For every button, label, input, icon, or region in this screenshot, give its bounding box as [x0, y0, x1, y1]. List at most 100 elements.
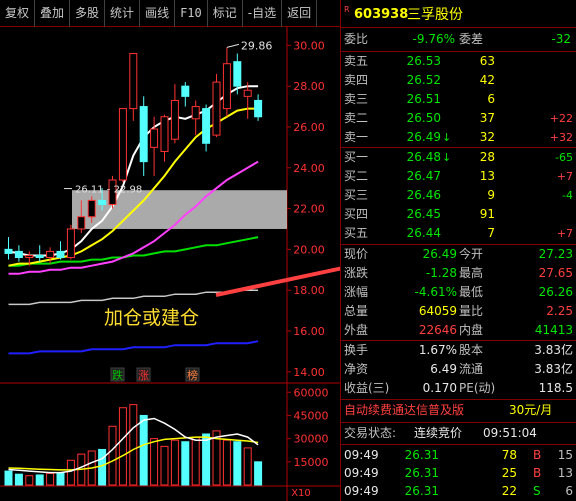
candle-body[interactable]	[77, 216, 86, 230]
candle-body[interactable]	[150, 128, 159, 148]
statistics-button[interactable]: 统计	[105, 0, 141, 27]
back-button[interactable]: 返回	[282, 0, 318, 27]
level-volume: 13	[479, 169, 495, 183]
volume-bar[interactable]	[233, 441, 242, 486]
divider	[341, 422, 576, 423]
fundamental-row: 净资 6.49 流通 3.83亿	[341, 360, 576, 379]
tick-row[interactable]: 09:49 26.31 22 S 6	[341, 482, 576, 500]
volume-bar[interactable]	[181, 441, 190, 486]
candle-body[interactable]	[243, 89, 252, 97]
volume-bar[interactable]	[129, 404, 138, 486]
ask-level-row[interactable]: 卖五 26.53 63	[341, 52, 576, 71]
volume-bar[interactable]	[160, 445, 169, 486]
candle-body[interactable]	[222, 63, 231, 110]
volume-bar[interactable]	[150, 438, 159, 486]
ad-banner[interactable]: 自动续费通达信普及版 30元/月	[341, 401, 576, 420]
volume-bar[interactable]	[191, 436, 200, 486]
bid-level-row[interactable]: 买二 26.47 13 +7	[341, 167, 576, 186]
candle-body[interactable]	[191, 106, 200, 120]
fundamental-value: 1.67%	[418, 343, 457, 357]
candle-body[interactable]	[46, 250, 55, 259]
quote-row: 总量 64059 量比 2.25	[341, 302, 576, 321]
quote-row: 涨跌 -1.28 最高 27.65	[341, 264, 576, 283]
quote-row: 外盘 22646 内盘 41413	[341, 321, 576, 340]
bid-level-row[interactable]: 买五 26.44 7 +7	[341, 224, 576, 243]
volume-bar[interactable]	[254, 461, 263, 486]
volume-bar[interactable]	[118, 407, 127, 486]
volume-bar[interactable]	[14, 473, 23, 486]
kline-chart[interactable]: 30.00 28.00 26.00 24.00 22.00 20.00 18.00 16.00…	[0, 27, 340, 501]
volume-bar[interactable]	[46, 472, 55, 486]
volume-bar[interactable]	[35, 474, 44, 486]
fundamental-value: 0.170	[422, 381, 457, 395]
kline-chart-svg[interactable]: 30.00 28.00 26.00 24.00 22.00 20.00 18.00 16.00…	[0, 27, 340, 501]
tick-row[interactable]: 09:49 26.31 25 B 13	[341, 464, 576, 482]
tick-row[interactable]: 09:49 26.31 78 B 15	[341, 446, 576, 464]
candle-body[interactable]	[87, 199, 96, 218]
quote-value: 41413	[534, 323, 573, 337]
ask-level-row[interactable]: 卖四 26.52 42	[341, 71, 576, 90]
volume-bar[interactable]	[108, 425, 117, 486]
candle-body[interactable]	[181, 85, 190, 97]
candle-body[interactable]	[212, 81, 221, 136]
bid-level-row[interactable]: 买四 26.45 91	[341, 205, 576, 224]
candle-body[interactable]	[118, 108, 127, 181]
ask-level-row[interactable]: 卖二 26.50 37 +22	[341, 109, 576, 128]
candle-body[interactable]	[25, 254, 34, 259]
candle-body[interactable]	[160, 116, 169, 152]
volume-bar[interactable]	[139, 414, 148, 486]
bid-level-row[interactable]: 买三 26.46 9 -4	[341, 186, 576, 205]
bid-level-row[interactable]: 买一 26.48 ↓ 28 -65	[341, 148, 576, 167]
candle-body[interactable]	[35, 254, 44, 259]
fundamental-value: 118.5	[538, 381, 573, 395]
volume-bar[interactable]	[222, 439, 231, 486]
level-volume: 9	[487, 188, 495, 202]
candle-body[interactable]	[202, 108, 211, 144]
ad-price[interactable]: 30元/月	[509, 401, 552, 420]
candle-body[interactable]	[98, 199, 107, 205]
candle-body[interactable]	[129, 53, 138, 110]
list-badge-label[interactable]: 涨	[138, 369, 149, 382]
volume-bar[interactable]	[170, 439, 179, 486]
ask-level-row[interactable]: 卖三 26.51 6	[341, 90, 576, 109]
tick-count: 13	[557, 466, 573, 480]
quote-row: 涨幅 -4.61% 最低 26.26	[341, 283, 576, 302]
level-label: 卖三	[344, 92, 369, 106]
level-price: 26.44	[406, 226, 441, 240]
price-tick-label: 28.00	[293, 80, 325, 93]
ask-level-row[interactable]: 卖一 26.49 ↓ 32 +32	[341, 128, 576, 147]
draw-line-button[interactable]: 画线	[140, 0, 176, 27]
overlay-button[interactable]: 叠加	[35, 0, 71, 27]
candle-body[interactable]	[14, 250, 23, 259]
candle-body[interactable]	[233, 61, 242, 87]
volume-bar[interactable]	[66, 459, 75, 486]
stock-code[interactable]: 603938	[354, 0, 408, 30]
volume-unit-label: X10	[291, 488, 311, 499]
candle-body[interactable]	[66, 228, 75, 259]
quote-label: 外盘	[344, 323, 369, 337]
list-badge-label[interactable]: 榜	[187, 368, 198, 382]
fundamental-label: 股本	[459, 343, 484, 357]
mark-button[interactable]: 标记	[208, 0, 243, 27]
candle-body[interactable]	[170, 99, 179, 140]
volume-bar[interactable]	[202, 433, 211, 486]
volume-bar[interactable]	[4, 470, 13, 486]
quote-label: 量比	[459, 304, 484, 318]
volume-bar[interactable]	[56, 472, 65, 486]
level-price: 26.49	[406, 130, 441, 144]
candle-body[interactable]	[4, 248, 13, 254]
volume-bar[interactable]	[25, 475, 34, 486]
restore-rights-button[interactable]: 复权	[0, 0, 36, 27]
candle-body[interactable]	[254, 99, 263, 118]
volume-bar[interactable]	[98, 448, 107, 486]
candle-body[interactable]	[56, 250, 65, 259]
ad-text[interactable]: 自动续费通达信普及版	[344, 401, 464, 420]
remove-watchlist-button[interactable]: -自选	[243, 0, 283, 27]
volume-bar[interactable]	[243, 447, 252, 486]
multi-stock-button[interactable]: 多股	[70, 0, 106, 27]
list-badge-label[interactable]: 跌	[112, 368, 123, 382]
fundamental-label: 净资	[344, 362, 369, 376]
f10-button[interactable]: F10	[175, 0, 208, 27]
candle-body[interactable]	[139, 106, 148, 163]
stock-name[interactable]: 三孚股份	[407, 0, 463, 30]
